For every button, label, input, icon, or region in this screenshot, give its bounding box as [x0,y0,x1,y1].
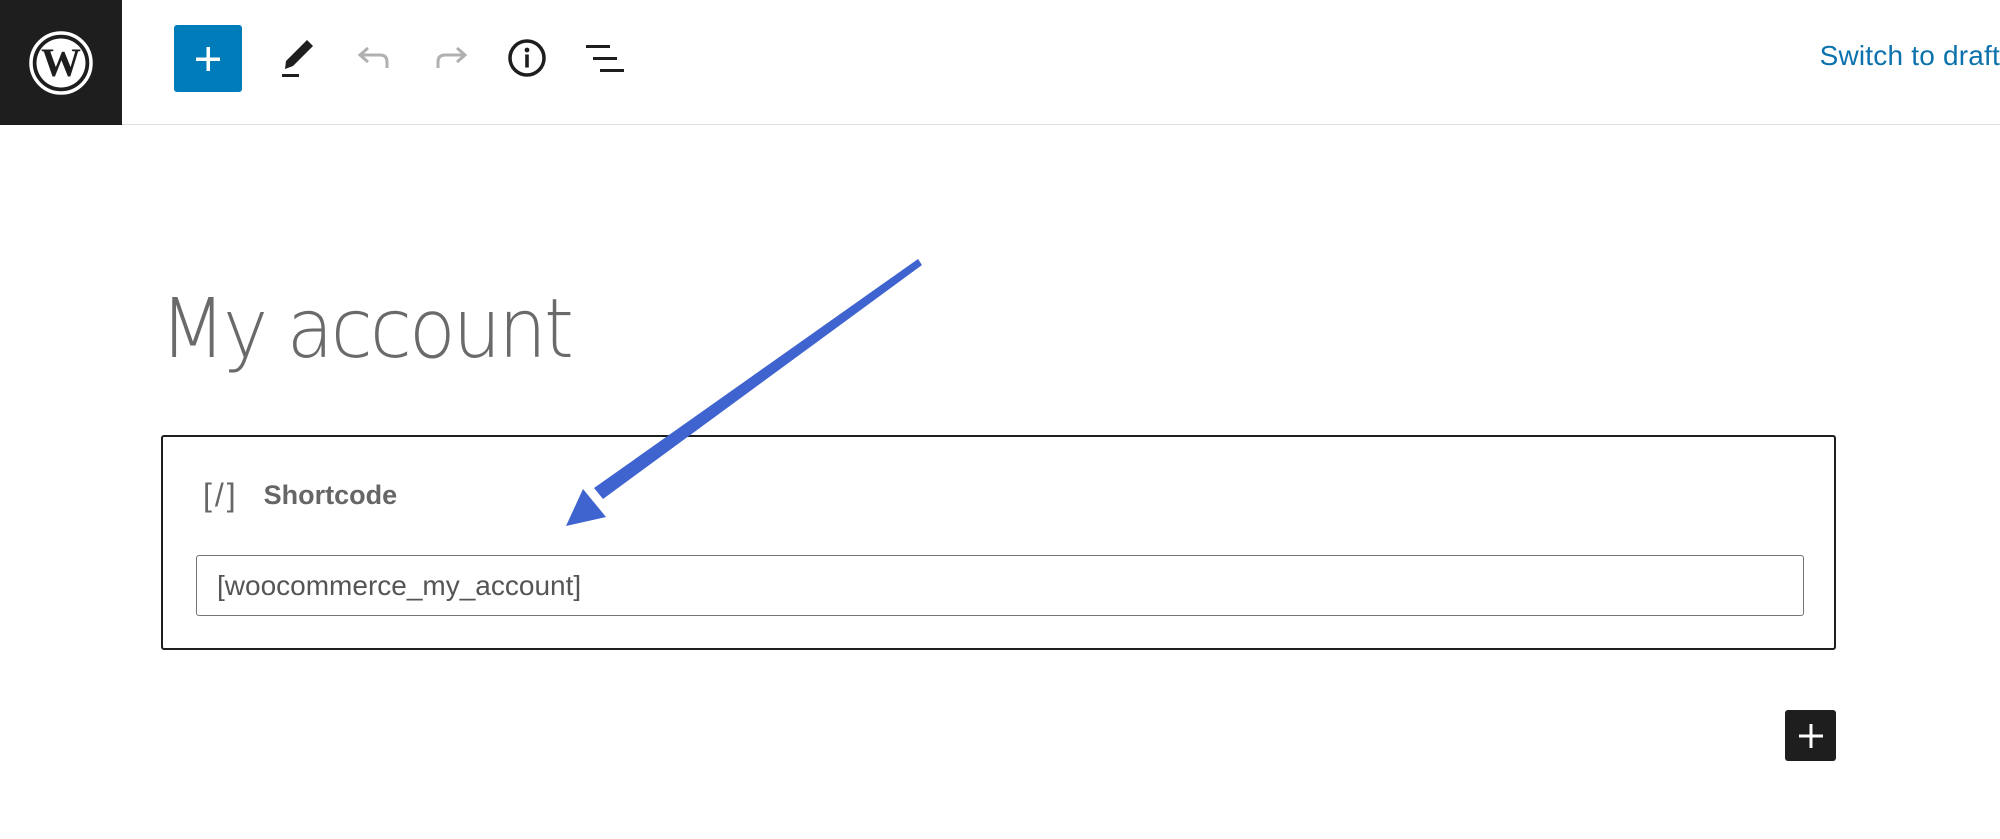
block-inserter-button[interactable] [174,25,242,92]
annotation-arrow [566,259,922,526]
undo-button[interactable] [352,36,396,80]
editor-header: W Switch to draft [0,0,2000,125]
list-view-icon [586,45,624,72]
info-icon [508,39,546,77]
plus-icon [1798,723,1823,748]
wordpress-logo-icon: W [29,30,93,95]
switch-to-draft-link[interactable]: Switch to draft [1820,40,2000,72]
block-label: [/] Shortcode [203,477,397,514]
shortcode-block[interactable]: [/] Shortcode [161,435,1836,650]
pencil-icon [282,40,313,77]
shortcode-input[interactable] [196,555,1804,616]
block-name: Shortcode [263,480,398,510]
add-block-button[interactable] [1785,710,1836,761]
undo-icon [357,46,389,68]
page-title[interactable]: My account [160,282,574,377]
list-view-button[interactable] [582,36,626,80]
plus-icon [196,46,220,71]
details-button[interactable] [505,36,549,80]
shortcode-icon: [/] [203,477,239,513]
svg-text:W: W [41,40,81,85]
redo-button[interactable] [429,36,473,80]
wordpress-logo-button[interactable]: W [0,0,122,125]
redo-icon [436,46,468,68]
tools-button[interactable] [274,36,318,80]
